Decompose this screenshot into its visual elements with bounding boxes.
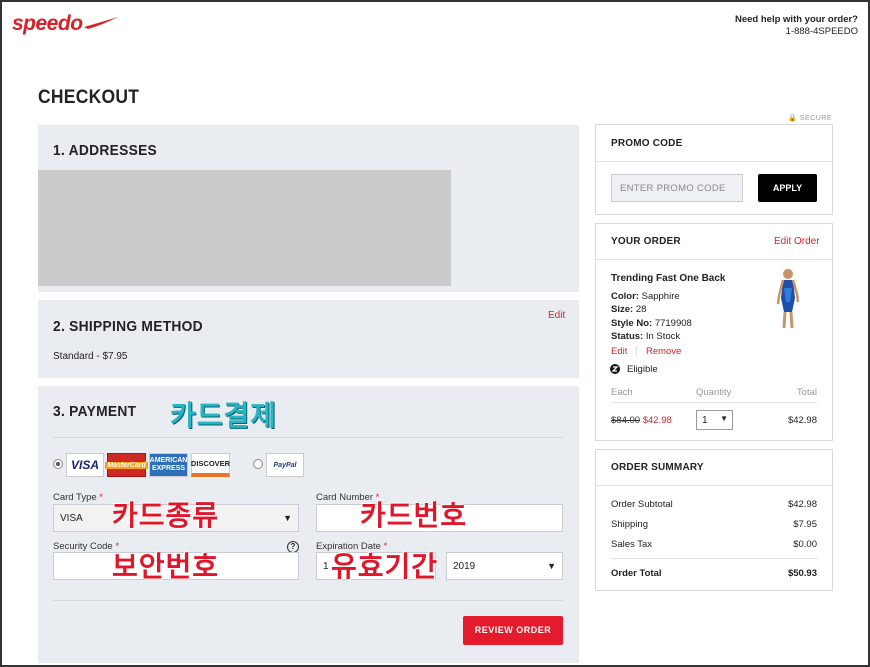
edit-order-link[interactable]: Edit Order: [774, 236, 820, 247]
visa-logo: VISA: [66, 453, 104, 477]
annotation-expiration: 유효기간: [331, 550, 439, 583]
item-price: $84.00 $42.98: [611, 415, 672, 426]
help-contact: Need help with your order? 1-888-4SPEEDO: [735, 14, 858, 38]
item-name[interactable]: Trending Fast One Back: [611, 273, 725, 284]
col-total: Total: [796, 387, 817, 398]
item-edit-link[interactable]: Edit: [611, 346, 627, 357]
swimsuit-product-image[interactable]: [770, 268, 806, 330]
apply-promo-button[interactable]: APPLY: [758, 174, 817, 202]
exp-year-value: 2019: [453, 561, 476, 572]
exp-month-value: 1: [323, 561, 329, 572]
quantity-select[interactable]: 1 ▼: [696, 410, 733, 430]
speedo-swoosh-icon: [84, 17, 118, 29]
order-summary-title: ORDER SUMMARY: [611, 462, 704, 473]
chevron-down-icon: ▼: [283, 513, 292, 523]
item-color: Color: Sapphire: [611, 291, 680, 302]
amex-logo: AMERICAN EXPRESS: [149, 453, 188, 477]
annotation-security-code: 보안번호: [112, 550, 220, 583]
shipping-method-value: Standard - $7.95: [53, 351, 128, 362]
summary-divider-bottom: [611, 558, 817, 559]
paypal-logo: PayPal: [266, 453, 304, 477]
secure-indicator: 🔒 SECURE: [788, 114, 832, 122]
summary-row-total: Order Total $50.93: [611, 568, 817, 579]
sale-price: $42.98: [642, 415, 672, 426]
summary-divider-top: [596, 485, 832, 486]
quantity-value: 1: [702, 415, 708, 426]
your-order-divider: [596, 259, 832, 260]
security-code-label: Security Code *: [53, 541, 120, 552]
item-style: Style No: 7719908: [611, 318, 692, 329]
eligible-label: Eligible: [627, 364, 658, 375]
summary-row-subtotal: Order Subtotal $42.98: [611, 499, 817, 510]
mastercard-logo: MasterCard: [105, 453, 148, 477]
chevron-down-icon: ▼: [547, 561, 556, 571]
summary-row-tax: Sales Tax $0.00: [611, 539, 817, 550]
payment-divider-top: [53, 437, 563, 438]
item-status: Status: In Stock: [611, 331, 681, 342]
card-type-value: VISA: [60, 513, 83, 524]
order-table-divider: [611, 402, 817, 403]
card-radio[interactable]: [53, 459, 63, 469]
summary-row-shipping: Shipping $7.95: [611, 519, 817, 530]
card-type-label: Card Type *: [53, 492, 103, 503]
annotation-card-number: 카드번호: [360, 499, 468, 532]
lock-icon: 🔒: [788, 115, 798, 122]
help-phone[interactable]: 1-888-4SPEEDO: [735, 26, 858, 38]
secure-label: SECURE: [799, 115, 832, 122]
shipping-panel: [38, 300, 579, 378]
speedo-logo[interactable]: speedo: [12, 12, 83, 36]
payment-title: 3. PAYMENT: [53, 403, 137, 420]
line-total: $42.98: [787, 415, 817, 426]
item-remove-link[interactable]: Remove: [646, 346, 681, 357]
chevron-down-icon: ▼: [720, 414, 728, 423]
promo-divider: [596, 161, 832, 162]
promo-code-input[interactable]: ENTER PROMO CODE: [611, 174, 743, 202]
item-size: Size: 28: [611, 304, 647, 315]
col-each: Each: [611, 387, 633, 398]
shipping-title: 2. SHIPPING METHOD: [53, 318, 203, 335]
addresses-title: 1. ADDRESSES: [53, 142, 158, 159]
col-quantity: Quantity: [696, 387, 732, 398]
original-price: $84.00: [611, 415, 641, 426]
annotation-card-type: 카드종류: [112, 499, 220, 532]
help-text: Need help with your order?: [735, 14, 858, 25]
annotation-card-payment: 카드결제: [170, 399, 278, 432]
paypal-radio[interactable]: [253, 459, 263, 469]
your-order-title: YOUR ORDER: [611, 236, 681, 247]
promo-title: PROMO CODE: [611, 138, 683, 149]
shipping-edit-link[interactable]: Edit: [548, 310, 565, 321]
eligible-icon: [610, 364, 620, 374]
discover-logo: DISCOVER: [191, 453, 230, 477]
expiration-year-select[interactable]: 2019 ▼: [446, 552, 563, 580]
page-title: CHECKOUT: [38, 87, 140, 108]
link-separator: |: [635, 345, 638, 356]
address-redacted-block: [38, 170, 451, 286]
review-order-button[interactable]: REVIEW ORDER: [463, 616, 563, 645]
payment-divider-bottom: [53, 600, 563, 601]
